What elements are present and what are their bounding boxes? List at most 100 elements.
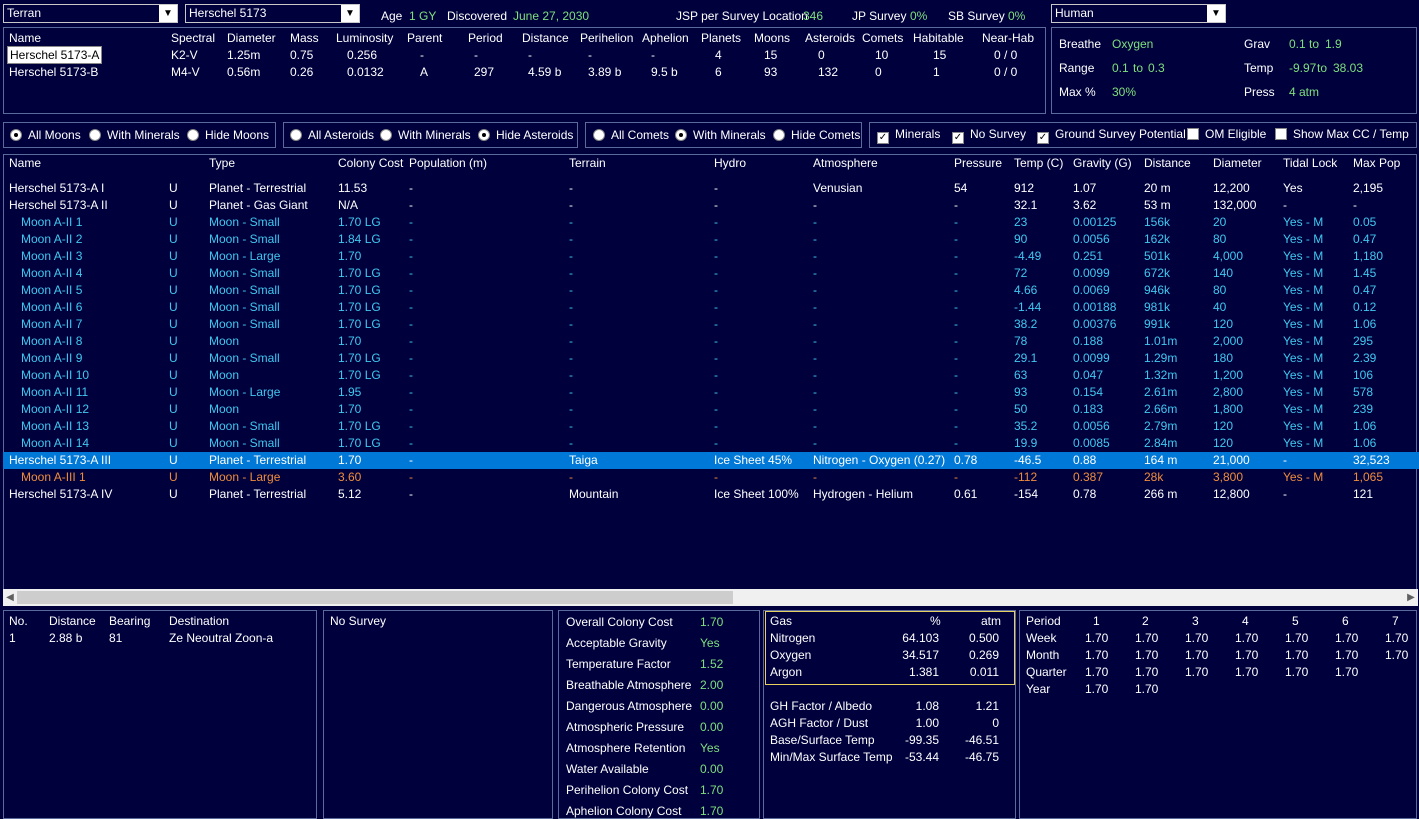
stars-col-header[interactable]: Near-Hab (982, 31, 1034, 45)
bodies-col-header[interactable]: Population (m) (409, 156, 487, 170)
stars-col-header[interactable]: Distance (522, 31, 569, 45)
stars-col-header[interactable]: Asteroids (805, 31, 855, 45)
stars-col-header[interactable]: Period (468, 31, 503, 45)
jump-cell[interactable]: 1 (9, 631, 16, 645)
body-row[interactable]: Moon A-II 2 U Moon - Small 1.84 LG - - - - - 90 0.… (3, 231, 1419, 248)
radio-on-icon[interactable] (10, 129, 22, 141)
body-row[interactable]: Moon A-II 10 U Moon 1.70 LG - - - - - 63 0.047 1.32… (3, 367, 1419, 384)
radio-asteroids-with-minerals[interactable]: With Minerals (380, 128, 471, 142)
check-show-max-cc[interactable]: Show Max CC / Temp (1275, 127, 1409, 141)
radio-on-icon[interactable] (478, 129, 490, 141)
body-row[interactable]: Moon A-II 11 U Moon - Large 1.95 - - - - - 93 0.15… (3, 384, 1419, 401)
radio-hide-asteroids[interactable]: Hide Asteroids (478, 128, 573, 142)
period-col-header[interactable]: 3 (1192, 614, 1199, 628)
period-col-header[interactable]: 4 (1242, 614, 1249, 628)
body-row[interactable]: Moon A-II 13 U Moon - Small 1.70 LG - - - - - 35.… (3, 418, 1419, 435)
stars-col-header[interactable]: Mass (290, 31, 319, 45)
chevron-down-icon[interactable]: ▼ (341, 5, 359, 22)
bodies-col-header[interactable]: Pressure (954, 156, 1002, 170)
jump-col-header[interactable]: Distance (49, 614, 96, 628)
radio-off-icon[interactable] (593, 129, 605, 141)
checkbox-empty-icon[interactable] (1275, 128, 1287, 140)
star-row[interactable] (5, 46, 1045, 63)
period-col-header[interactable]: 7 (1392, 614, 1399, 628)
body-row[interactable]: Moon A-III 1 U Moon - Large 3.60 - - - - - -112 0.… (3, 469, 1419, 486)
jump-col-header[interactable]: Destination (169, 614, 229, 628)
jump-cell[interactable]: 2.88 b (49, 631, 82, 645)
stars-col-header[interactable]: Habitable (913, 31, 964, 45)
jump-col-header[interactable]: Bearing (109, 614, 150, 628)
radio-off-icon[interactable] (380, 129, 392, 141)
scroll-right-icon[interactable]: ▶ (1404, 589, 1418, 606)
jump-cell[interactable]: 81 (109, 631, 122, 645)
radio-hide-moons[interactable]: Hide Moons (187, 128, 269, 142)
bodies-col-header[interactable]: Tidal Lock (1283, 156, 1337, 170)
radio-moons-with-minerals[interactable]: With Minerals (89, 128, 180, 142)
scroll-thumb[interactable] (17, 591, 733, 604)
stars-col-header[interactable]: Aphelion (642, 31, 689, 45)
body-row[interactable]: Moon A-II 4 U Moon - Small 1.70 LG - - - - - 72 0.… (3, 265, 1419, 282)
star-row[interactable] (5, 63, 1045, 80)
bodies-col-header[interactable]: Gravity (G) (1073, 156, 1132, 170)
checkmark-icon[interactable]: ✓ (1037, 132, 1049, 144)
chevron-down-icon[interactable]: ▼ (1207, 5, 1225, 22)
body-row[interactable]: Moon A-II 9 U Moon - Small 1.70 LG - - - - - 29.1… (3, 350, 1419, 367)
jump-col-header[interactable]: No. (9, 614, 28, 628)
stars-col-header[interactable]: Parent (407, 31, 442, 45)
period-col-header[interactable]: 6 (1342, 614, 1349, 628)
body-row[interactable]: Moon A-II 5 U Moon - Small 1.70 LG - - - - - 4.66… (3, 282, 1419, 299)
stars-col-header[interactable]: Comets (862, 31, 903, 45)
stars-col-header[interactable]: Luminosity (336, 31, 393, 45)
period-col-header[interactable]: Period (1026, 614, 1061, 628)
bodies-col-header[interactable]: Name (9, 156, 41, 170)
radio-off-icon[interactable] (290, 129, 302, 141)
bodies-col-header[interactable]: Colony Cost (338, 156, 403, 170)
checkmark-icon[interactable]: ✓ (877, 132, 889, 144)
body-row[interactable]: Moon A-II 8 U Moon 1.70 - - - - - 78 0.188 1.01m 2,0… (3, 333, 1419, 350)
body-row[interactable]: Moon A-II 14 U Moon - Small 1.70 LG - - - - - 19.… (3, 435, 1419, 452)
body-row[interactable]: Herschel 5173-A II U Planet - Gas Giant N/A… (3, 197, 1419, 214)
check-minerals[interactable]: ✓ Minerals (877, 127, 940, 144)
radio-off-icon[interactable] (773, 129, 785, 141)
radio-all-comets[interactable]: All Comets (593, 128, 669, 142)
race-select[interactable]: Terran ▼ (3, 4, 178, 23)
gas-col-header[interactable]: % (930, 614, 941, 628)
period-col-header[interactable]: 1 (1093, 614, 1100, 628)
bodies-col-header[interactable]: Temp (C) (1014, 156, 1063, 170)
radio-all-asteroids[interactable]: All Asteroids (290, 128, 374, 142)
period-col-header[interactable]: 2 (1142, 614, 1149, 628)
checkbox-empty-icon[interactable] (1187, 128, 1199, 140)
chevron-down-icon[interactable]: ▼ (159, 5, 177, 22)
bodies-col-header[interactable]: Max Pop (1353, 156, 1400, 170)
stars-col-header[interactable]: Diameter (227, 31, 276, 45)
radio-off-icon[interactable] (187, 129, 199, 141)
check-om-eligible[interactable]: OM Eligible (1187, 127, 1266, 141)
bodies-col-header[interactable]: Hydro (714, 156, 746, 170)
gas-col-header[interactable]: Gas (770, 614, 792, 628)
body-row[interactable]: Herschel 5173-A III U Planet - Terrestrial… (3, 452, 1419, 469)
body-row[interactable]: Moon A-II 7 U Moon - Small 1.70 LG - - - - - 38.2… (3, 316, 1419, 333)
check-ground-survey[interactable]: ✓ Ground Survey Potential (1037, 127, 1186, 144)
body-row[interactable]: Herschel 5173-A I U Planet - Terrestrial 11… (3, 180, 1419, 197)
radio-off-icon[interactable] (89, 129, 101, 141)
species-select[interactable]: Human ▼ (1051, 4, 1226, 23)
period-col-header[interactable]: 5 (1292, 614, 1299, 628)
check-no-survey[interactable]: ✓ No Survey (952, 127, 1026, 144)
stars-col-header[interactable]: Planets (701, 31, 741, 45)
body-row[interactable]: Herschel 5173-A IV U Planet - Terrestrial 5… (3, 486, 1419, 503)
bodies-col-header[interactable]: Diameter (1213, 156, 1262, 170)
bodies-col-header[interactable]: Atmosphere (813, 156, 878, 170)
body-row[interactable]: Moon A-II 6 U Moon - Small 1.70 LG - - - - - -1.4… (3, 299, 1419, 316)
radio-on-icon[interactable] (675, 129, 687, 141)
bodies-col-header[interactable]: Distance (1144, 156, 1191, 170)
radio-comets-with-minerals[interactable]: With Minerals (675, 128, 766, 142)
bodies-col-header[interactable]: Type (209, 156, 235, 170)
stars-col-header[interactable]: Spectral (171, 31, 215, 45)
body-row[interactable]: Moon A-II 3 U Moon - Large 1.70 - - - - - -4.49 0.… (3, 248, 1419, 265)
scroll-left-icon[interactable]: ◀ (3, 589, 17, 606)
jump-cell[interactable]: Ze Neoutral Zoon-a (169, 631, 273, 645)
body-row[interactable]: Moon A-II 12 U Moon 1.70 - - - - - 50 0.183 2.66m 1,… (3, 401, 1419, 418)
stars-col-header[interactable]: Moons (754, 31, 790, 45)
body-row[interactable]: Moon A-II 1 U Moon - Small 1.70 LG - - - - - 23 0.… (3, 214, 1419, 231)
system-select[interactable]: Herschel 5173 ▼ (185, 4, 360, 23)
